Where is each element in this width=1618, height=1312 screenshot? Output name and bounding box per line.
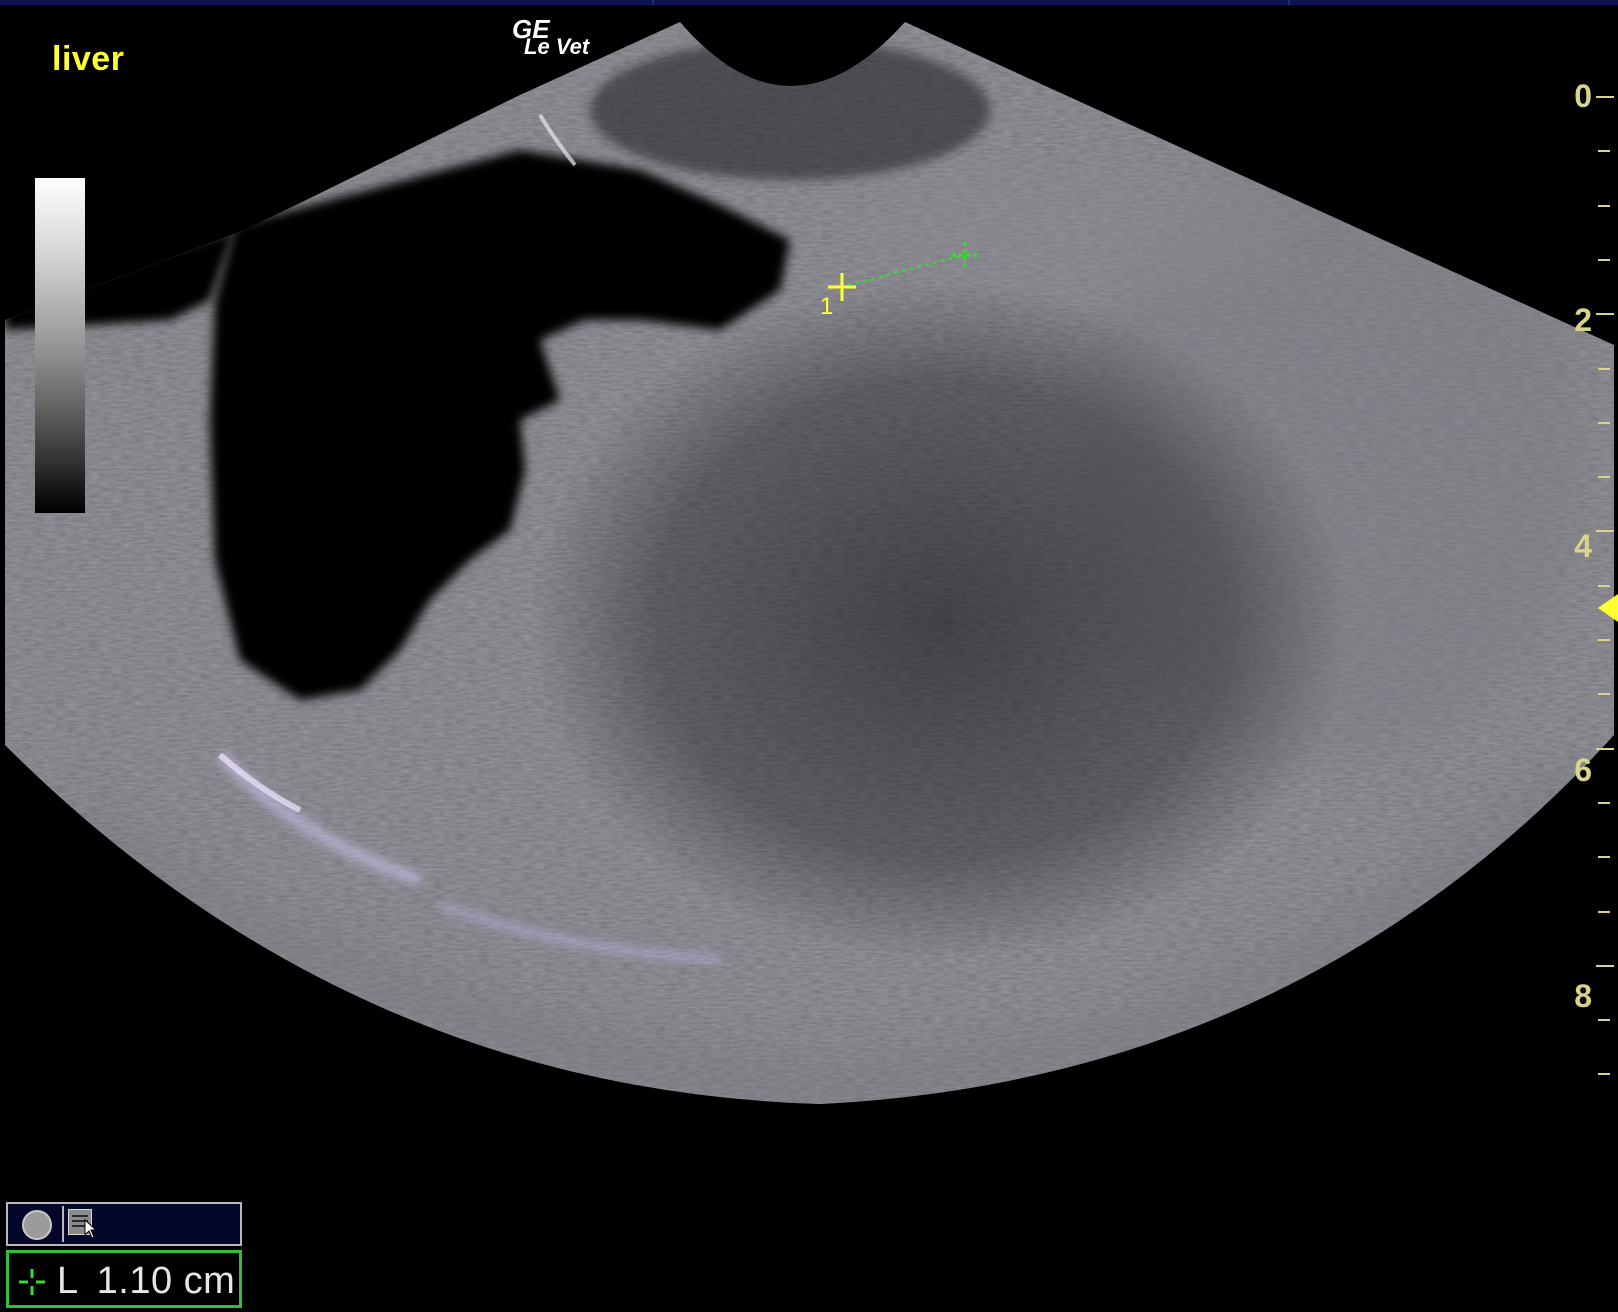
focus-marker	[1598, 594, 1618, 622]
depth-tick	[1598, 476, 1610, 478]
brand-line-2: Le Vet	[524, 34, 590, 59]
depth-tick	[1598, 205, 1610, 207]
depth-label: 4	[1574, 528, 1592, 564]
brand-logo: GE Le Vet	[512, 16, 590, 59]
depth-label: 2	[1574, 302, 1592, 338]
depth-label: 0	[1574, 78, 1592, 114]
caliper-cross-icon	[19, 1269, 45, 1295]
caliper-start-number: 1	[820, 293, 833, 320]
depth-tick	[1596, 530, 1614, 532]
depth-label: 8	[1574, 978, 1592, 1014]
depth-tick	[1598, 368, 1610, 370]
depth-label: 6	[1574, 752, 1592, 788]
depth-tick	[1596, 96, 1614, 98]
depth-tick	[1598, 585, 1610, 587]
depth-tick	[1598, 802, 1610, 804]
depth-tick	[1598, 1019, 1610, 1021]
grayscale-map-bar	[35, 178, 85, 513]
depth-tick	[1598, 259, 1610, 261]
circle-record-icon	[22, 1210, 52, 1240]
measurement-readout: L 1.10 cm	[57, 1260, 253, 1303]
depth-tick	[1598, 639, 1610, 641]
depth-tick	[1598, 693, 1610, 695]
depth-tick	[1598, 856, 1610, 858]
mouse-pointer-icon	[84, 1219, 98, 1239]
image-toolbar	[6, 1202, 242, 1246]
depth-tick	[1598, 150, 1610, 152]
depth-tick	[1596, 748, 1614, 750]
ultrasound-screen: 1 liver GE Le Vet 0 2 4 6 8 L 1.10 cm	[0, 0, 1618, 1312]
measurement-value: 1.10 cm	[96, 1260, 236, 1302]
depth-tick	[1598, 422, 1610, 424]
report-button[interactable]	[68, 1209, 108, 1241]
depth-tick	[1598, 1073, 1610, 1075]
ultrasound-sector	[5, 22, 1614, 1104]
depth-tick	[1596, 965, 1614, 967]
measurement-result: L 1.10 cm	[6, 1250, 242, 1308]
depth-tick	[1598, 911, 1610, 913]
measurement-name: L	[57, 1260, 79, 1302]
study-label: liver	[52, 40, 125, 78]
ultrasound-image: 1	[5, 22, 1614, 1104]
record-button[interactable]	[12, 1206, 64, 1242]
depth-tick	[1596, 313, 1614, 315]
